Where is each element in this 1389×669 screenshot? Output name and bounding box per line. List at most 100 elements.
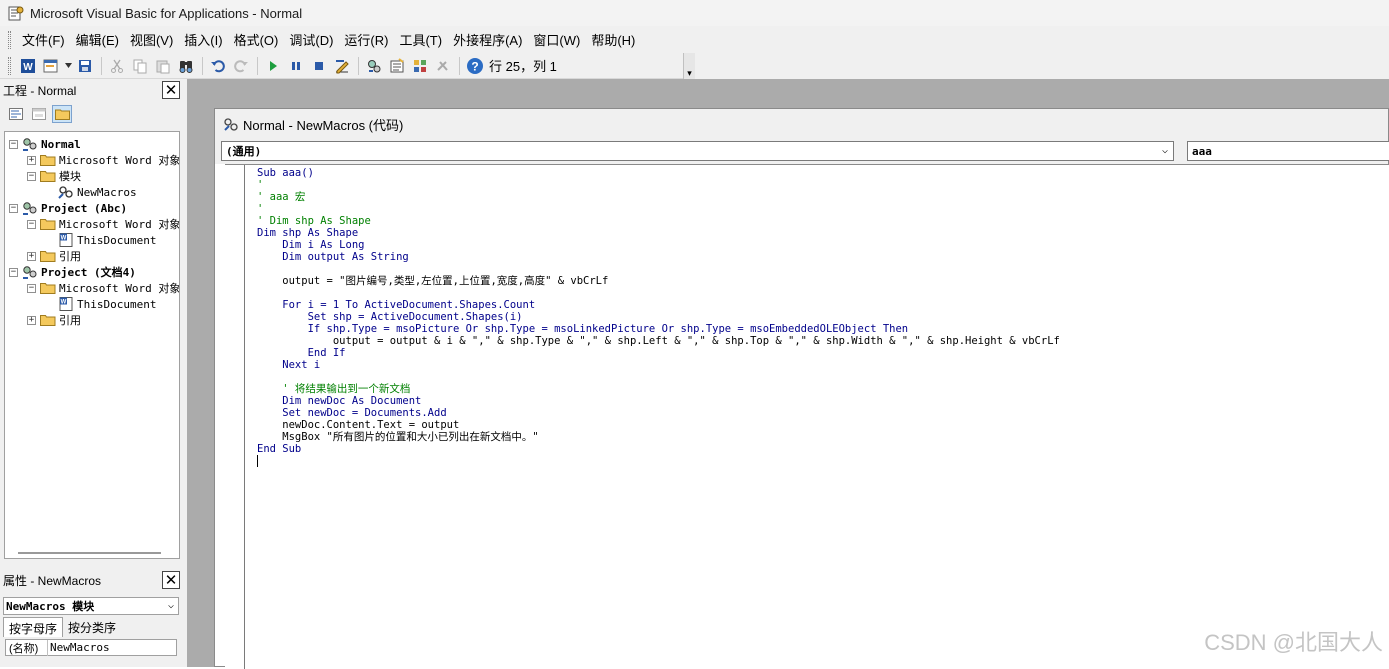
view-code-icon[interactable]	[6, 105, 26, 123]
tree-node[interactable]: − Project (文档4)	[9, 264, 136, 280]
menu-insert[interactable]: 插入(I)	[179, 28, 227, 51]
design-mode-icon[interactable]	[331, 55, 353, 77]
menu-file[interactable]: 文件(F)	[17, 28, 70, 51]
menu-run[interactable]: 运行(R)	[339, 28, 393, 51]
procedure-combo[interactable]: aaa	[1187, 141, 1389, 161]
menu-format[interactable]: 格式(O)	[229, 28, 284, 51]
tree-node[interactable]: + 引用	[27, 248, 81, 264]
code-line[interactable]: ' aaa 宏	[257, 191, 1060, 203]
code-line[interactable]: output = "图片编号,类型,左位置,上位置,宽度,高度" & vbCrL…	[257, 275, 1060, 287]
toggle-folders-icon[interactable]	[52, 105, 72, 123]
code-line[interactable]: Dim output As String	[257, 251, 1060, 263]
properties-object-select[interactable]: NewMacros 模块 ⌵	[3, 597, 179, 615]
code-text[interactable]: Sub aaa() ' ' aaa 宏 ' ' Dim shp As Shape Dim …	[257, 167, 1060, 467]
find-icon[interactable]	[175, 55, 197, 77]
collapse-icon[interactable]: −	[27, 283, 36, 293]
paste-icon[interactable]	[152, 55, 174, 77]
cut-icon[interactable]	[106, 55, 128, 77]
code-line[interactable]	[257, 263, 1060, 275]
expand-icon[interactable]: +	[27, 251, 36, 261]
menu-view[interactable]: 视图(V)	[125, 28, 178, 51]
tree-node[interactable]: − Microsoft Word 对象	[27, 280, 179, 296]
code-line[interactable]: output = output & i & "," & shp.Type & "…	[257, 335, 1060, 347]
chevron-down-icon[interactable]: ⌵	[168, 600, 174, 611]
menu-grip[interactable]	[8, 30, 11, 49]
close-icon[interactable]: ✕	[162, 571, 180, 589]
code-line[interactable]: Sub aaa()	[257, 167, 1060, 179]
break-icon[interactable]	[285, 55, 307, 77]
tree-node-label: ThisDocument	[77, 297, 157, 311]
code-line[interactable]: Dim i As Long	[257, 239, 1060, 251]
tree-node[interactable]: + Microsoft Word 对象	[27, 152, 179, 168]
tab-alphabetic[interactable]: 按字母序	[3, 617, 64, 637]
toolbar-grip[interactable]	[8, 56, 11, 75]
project-pane-header: 工程 - Normal ✕	[0, 79, 182, 101]
tree-node[interactable]: W ThisDocument	[45, 232, 156, 248]
property-value[interactable]: NewMacros	[48, 641, 110, 654]
expand-icon[interactable]: +	[27, 315, 36, 325]
reset-icon[interactable]	[308, 55, 330, 77]
project-tree-scrollbar[interactable]	[18, 552, 161, 554]
redo-icon[interactable]	[230, 55, 252, 77]
code-line[interactable]	[257, 455, 1060, 467]
tree-node[interactable]: + 引用	[27, 312, 81, 328]
collapse-icon[interactable]: −	[27, 171, 36, 181]
collapse-icon[interactable]: −	[9, 203, 18, 213]
chevron-down-icon[interactable]: ⌵	[1162, 145, 1168, 156]
tree-node[interactable]: − 模块	[27, 168, 81, 184]
tab-categorized[interactable]: 按分类序	[63, 617, 121, 637]
code-line[interactable]	[257, 371, 1060, 383]
toolbar-options-button[interactable]: ▾	[683, 53, 695, 79]
tree-node[interactable]: − Project (Abc)	[9, 200, 127, 216]
menu-help[interactable]: 帮助(H)	[586, 28, 640, 51]
code-line[interactable]: Set shp = ActiveDocument.Shapes(i)	[257, 311, 1060, 323]
code-line[interactable]: ' 将结果输出到一个新文档	[257, 383, 1060, 395]
close-icon[interactable]: ✕	[162, 81, 180, 99]
run-icon[interactable]	[262, 55, 284, 77]
code-line[interactable]: Next i	[257, 359, 1060, 371]
tree-node[interactable]: NewMacros	[45, 184, 137, 200]
code-line[interactable]: End If	[257, 347, 1060, 359]
code-line[interactable]: '	[257, 179, 1060, 191]
code-line[interactable]: Dim shp As Shape	[257, 227, 1060, 239]
undo-icon[interactable]	[207, 55, 229, 77]
word-icon[interactable]: W	[17, 55, 39, 77]
menu-edit[interactable]: 编辑(E)	[71, 28, 124, 51]
object-combo[interactable]: (通用) ⌵	[221, 141, 1174, 161]
object-browser-icon[interactable]	[409, 55, 431, 77]
collapse-icon[interactable]: −	[9, 267, 18, 277]
view-object-icon[interactable]	[29, 105, 49, 123]
tree-node[interactable]: − Microsoft Word 对象	[27, 216, 179, 232]
project-explorer-icon[interactable]	[363, 55, 385, 77]
code-line[interactable]: For i = 1 To ActiveDocument.Shapes.Count	[257, 299, 1060, 311]
code-line[interactable]: '	[257, 203, 1060, 215]
code-line[interactable]: Dim newDoc As Document	[257, 395, 1060, 407]
project-tree[interactable]: − Normal + Microsoft Word 对象 − 模块 NewMacros − Pr…	[4, 131, 180, 559]
menu-tools[interactable]: 工具(T)	[394, 28, 447, 51]
menu-addins[interactable]: 外接程序(A)	[448, 28, 527, 51]
margin-indicator-bar[interactable]	[225, 165, 245, 669]
code-line[interactable]: ' Dim shp As Shape	[257, 215, 1060, 227]
copy-icon[interactable]	[129, 55, 151, 77]
insert-userform-icon[interactable]	[40, 55, 62, 77]
collapse-icon[interactable]: −	[27, 219, 36, 229]
properties-icon[interactable]	[386, 55, 408, 77]
collapse-icon[interactable]: −	[9, 139, 18, 149]
code-editor[interactable]: Sub aaa() ' ' aaa 宏 ' ' Dim shp As Shape Dim …	[225, 164, 1389, 669]
toolbox-icon[interactable]	[432, 55, 454, 77]
code-line[interactable]: If shp.Type = msoPicture Or shp.Type = m…	[257, 323, 1060, 335]
code-line[interactable]: Set newDoc = Documents.Add	[257, 407, 1060, 419]
chevron-down-icon[interactable]	[63, 55, 73, 77]
code-line[interactable]: End Sub	[257, 443, 1060, 455]
menu-window[interactable]: 窗口(W)	[528, 28, 585, 51]
save-icon[interactable]	[74, 55, 96, 77]
property-row-name[interactable]: (名称) NewMacros	[5, 639, 177, 656]
expand-icon[interactable]: +	[27, 155, 36, 165]
code-line[interactable]: newDoc.Content.Text = output	[257, 419, 1060, 431]
menu-debug[interactable]: 调试(D)	[284, 28, 338, 51]
code-line[interactable]: MsgBox "所有图片的位置和大小已列出在新文档中。"	[257, 431, 1060, 443]
tree-node[interactable]: − Normal	[9, 136, 81, 152]
tree-node[interactable]: W ThisDocument	[45, 296, 156, 312]
help-icon[interactable]: ?	[464, 55, 486, 77]
code-line[interactable]	[257, 287, 1060, 299]
